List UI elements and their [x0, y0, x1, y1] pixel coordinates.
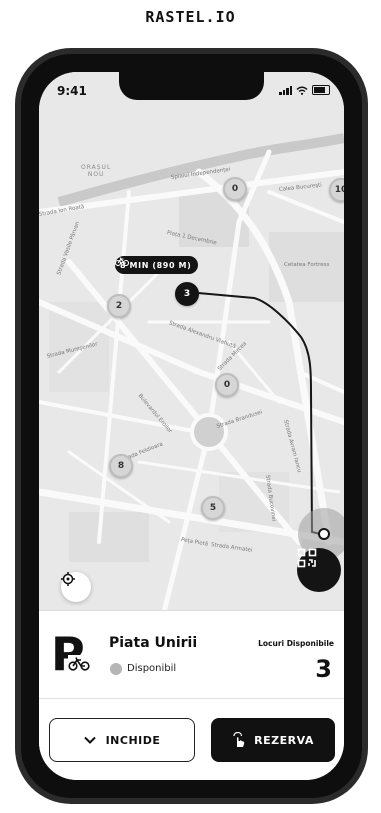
qr-code-icon	[297, 548, 317, 568]
parking-marker[interactable]: 2	[107, 294, 131, 318]
parking-marker[interactable]: 8	[109, 454, 133, 478]
bike-icon	[68, 655, 90, 671]
station-status: Disponibil	[127, 663, 177, 674]
parking-marker[interactable]: 0	[223, 177, 247, 201]
locate-me-button[interactable]	[61, 572, 91, 602]
close-button[interactable]: INCHIDE	[49, 718, 195, 762]
close-button-label: INCHIDE	[105, 733, 161, 747]
brand-logo: RASTEL.IO	[145, 8, 236, 26]
chevron-down-icon	[83, 736, 96, 744]
divider	[39, 698, 344, 699]
map-view[interactable]: ORAȘUL NOU Splaiul Independenței Strada …	[39, 72, 344, 632]
district-label: ORAȘUL NOU	[81, 164, 112, 178]
available-spots-count: 3	[315, 655, 332, 683]
battery-icon	[312, 85, 330, 95]
app-screen: ORAȘUL NOU Splaiul Independenței Strada …	[39, 72, 344, 780]
status-bar: 9:41	[39, 72, 344, 106]
station-details-sheet: P Piata Unirii Disponibil Locuri Disponi…	[39, 610, 344, 780]
parking-marker[interactable]: 0	[215, 373, 239, 397]
street-label: Cetatea Fortress	[284, 262, 330, 268]
reserve-button-label: REZERVA	[254, 733, 314, 747]
hand-tap-icon	[233, 732, 245, 747]
available-spots-label: Locuri Disponibile	[258, 639, 334, 648]
bike-icon	[115, 257, 129, 266]
signal-icon	[279, 86, 292, 95]
station-name: Piata Unirii	[109, 635, 198, 651]
parking-marker[interactable]: 5	[201, 496, 225, 520]
route-info-text: 8 MIN (890 M)	[120, 260, 192, 270]
route-info-tag: 8 MIN (890 M)	[115, 256, 199, 274]
phone-frame: ORAȘUL NOU Splaiul Independenței Strada …	[15, 48, 368, 804]
reserve-button[interactable]: REZERVA	[211, 718, 335, 762]
crosshair-icon	[61, 572, 75, 586]
availability-dot	[110, 663, 122, 675]
clock: 9:41	[57, 84, 87, 98]
wifi-icon	[296, 86, 308, 95]
selected-parking-marker[interactable]: 3	[175, 282, 199, 306]
qr-scan-button[interactable]	[297, 548, 341, 592]
